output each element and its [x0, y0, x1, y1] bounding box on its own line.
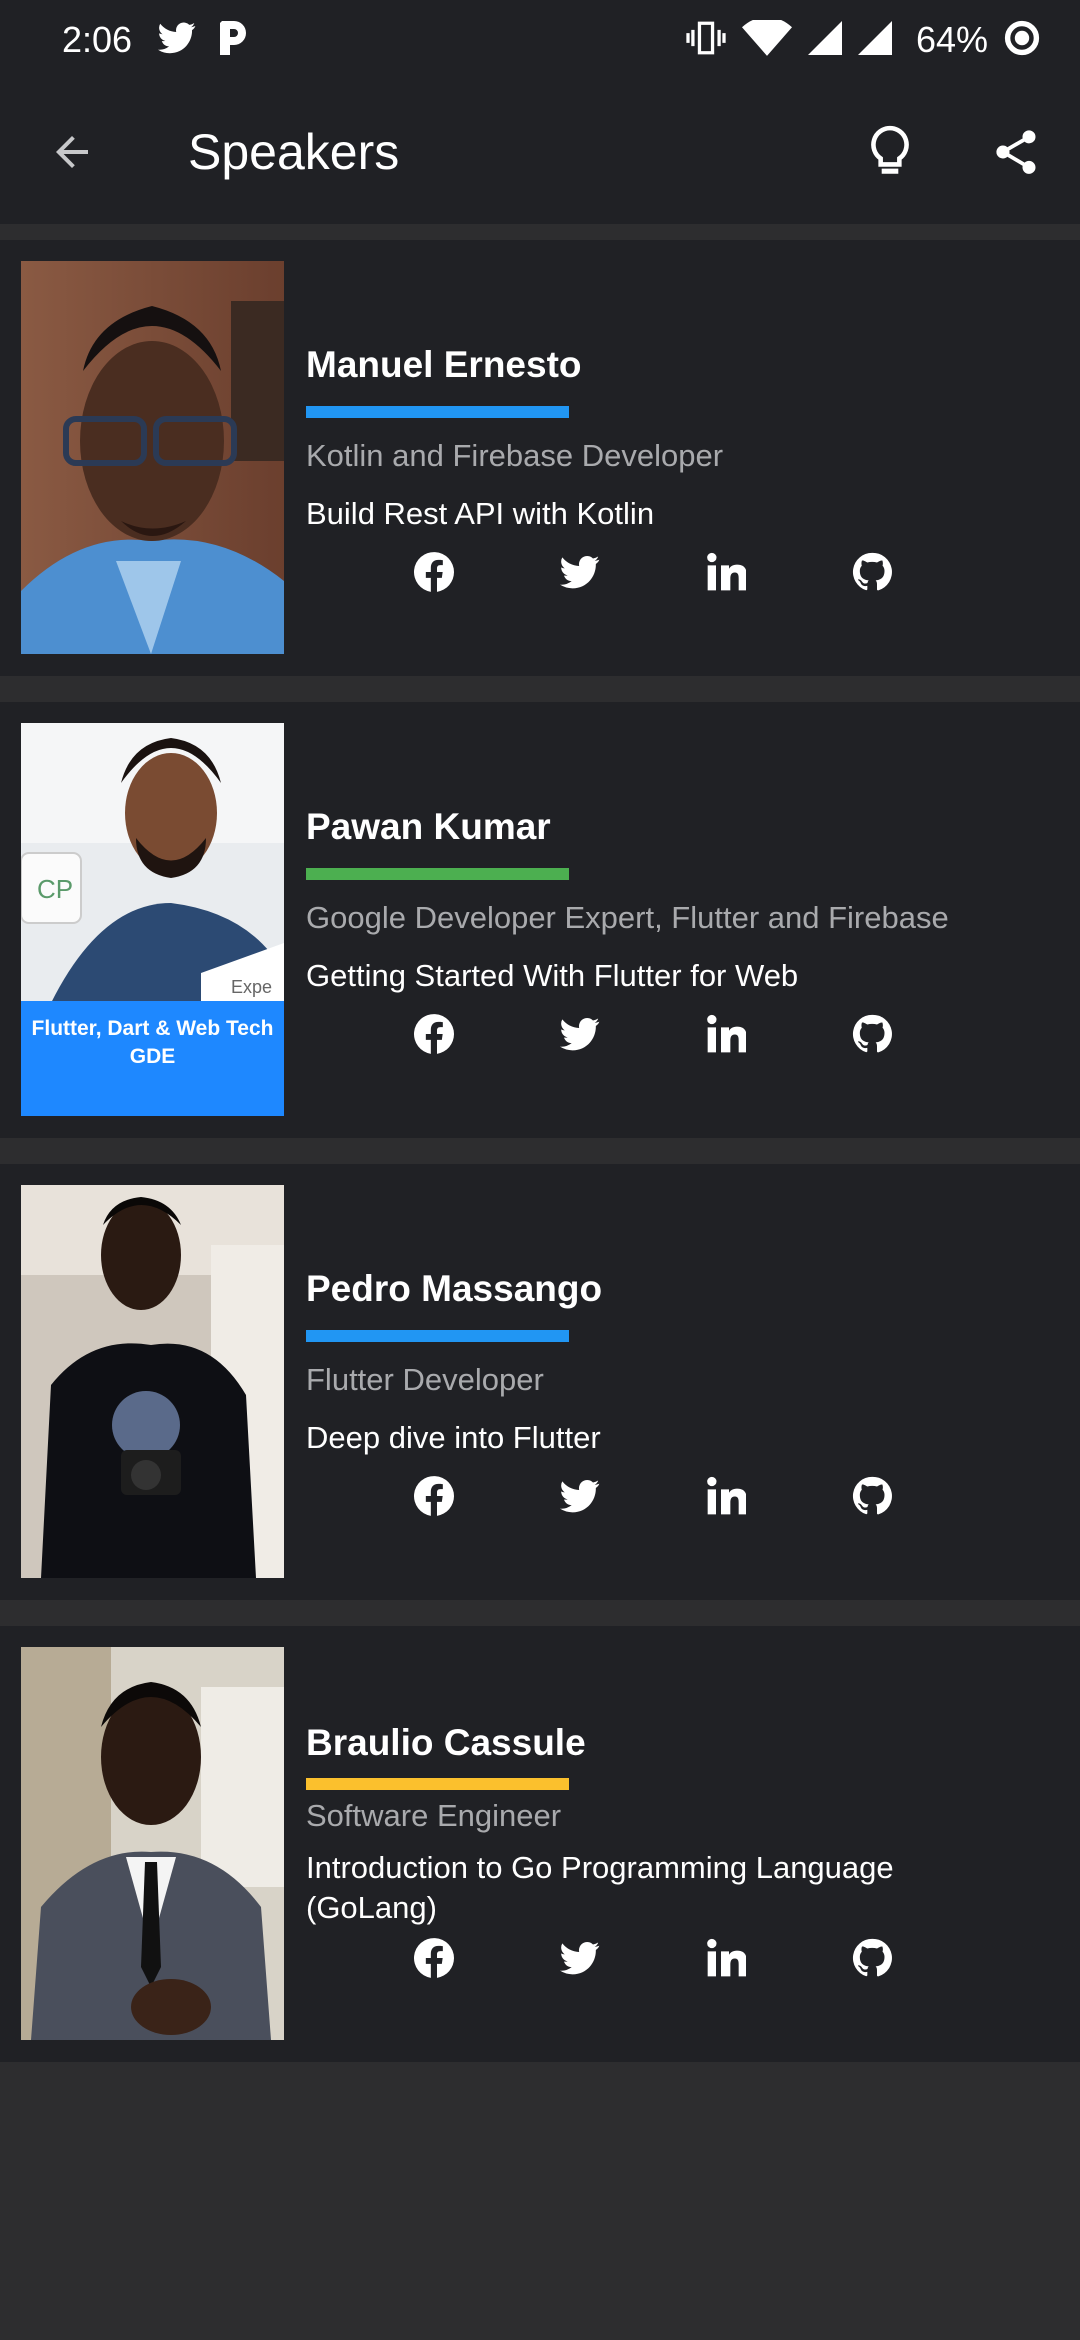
twitter-icon [158, 21, 196, 59]
speaker-talk-title: Build Rest API with Kotlin [306, 496, 655, 531]
back-button[interactable] [42, 122, 102, 182]
speaker-social-links [412, 1474, 892, 1518]
github-icon[interactable] [850, 1012, 894, 1056]
linkedin-icon[interactable] [704, 1936, 748, 1980]
github-icon[interactable] [850, 1474, 894, 1518]
github-icon[interactable] [850, 550, 894, 594]
linkedin-icon[interactable] [704, 550, 748, 594]
speaker-photo: CP Expe Flutter, Dart & Web Tech GDE [21, 723, 284, 1116]
battery-percent: 64% [915, 19, 988, 60]
speaker-name: Braulio Cassule [306, 1722, 586, 1763]
photo-badge-text: Expe [231, 977, 272, 997]
speaker-social-links [412, 1936, 892, 1980]
p-app-icon [218, 20, 247, 60]
speaker-photo [21, 1185, 284, 1578]
lightbulb-icon [871, 125, 909, 174]
facebook-icon[interactable] [412, 1936, 456, 1980]
speaker-role: Flutter Developer [306, 1362, 544, 1397]
twitter-icon[interactable] [558, 550, 602, 594]
speaker-role: Software Engineer [306, 1798, 562, 1833]
signal-icon [807, 20, 842, 60]
speaker-accent-underline [306, 1778, 569, 1790]
facebook-icon[interactable] [412, 550, 456, 594]
speaker-accent-underline [306, 1330, 569, 1342]
battery-icon [1004, 20, 1040, 61]
facebook-icon[interactable] [412, 1474, 456, 1518]
speaker-card[interactable]: Braulio Cassule Software Engineer Introd… [0, 1626, 1080, 2062]
share-icon [996, 130, 1036, 174]
github-icon[interactable] [850, 1936, 894, 1980]
speaker-role: Google Developer Expert, Flutter and Fir… [306, 900, 949, 935]
theme-toggle-button[interactable] [860, 122, 920, 182]
twitter-icon[interactable] [558, 1474, 602, 1518]
speaker-photo [21, 1647, 284, 2040]
speaker-name: Manuel Ernesto [306, 344, 582, 385]
photo-banner-text: Flutter, Dart & Web Tech GDE [31, 1017, 274, 1068]
vibrate-icon [686, 20, 726, 61]
speaker-accent-underline [306, 406, 569, 418]
share-button[interactable] [986, 122, 1046, 182]
speaker-card[interactable]: Pedro Massango Flutter Developer Deep di… [0, 1164, 1080, 1600]
linkedin-icon[interactable] [704, 1474, 748, 1518]
app-bar: Speakers [0, 80, 1080, 224]
svg-text:x: x [778, 20, 785, 34]
speaker-role: Kotlin and Firebase Developer [306, 438, 724, 473]
speaker-talk-title: Deep dive into Flutter [306, 1420, 601, 1455]
empty-background [0, 2062, 1080, 2340]
facebook-icon[interactable] [412, 1012, 456, 1056]
signal-icon [857, 20, 892, 60]
speaker-name: Pedro Massango [306, 1268, 603, 1309]
linkedin-icon[interactable] [704, 1012, 748, 1056]
twitter-icon[interactable] [558, 1012, 602, 1056]
speaker-card[interactable]: Manuel Ernesto Kotlin and Firebase Devel… [0, 240, 1080, 676]
speaker-name: Pawan Kumar [306, 806, 551, 847]
speaker-social-links [412, 1012, 892, 1056]
speaker-card[interactable]: CP Expe Flutter, Dart & Web Tech GDE Paw… [0, 702, 1080, 1138]
speaker-social-links [412, 550, 892, 594]
status-time: 2:06 [62, 19, 133, 60]
status-bar: 2:06 x 64% [0, 0, 1080, 80]
speaker-accent-underline [306, 868, 569, 880]
speaker-talk-title: Getting Started With Flutter for Web [306, 958, 799, 993]
page-title: Speakers [188, 124, 400, 180]
svg-text:CP: CP [37, 874, 73, 904]
speaker-photo [21, 261, 284, 654]
speaker-talk-title: Introduction to Go Programming Language … [306, 1850, 894, 1925]
wifi-icon: x [741, 16, 792, 61]
arrow-left-icon [56, 136, 88, 168]
twitter-icon[interactable] [558, 1936, 602, 1980]
